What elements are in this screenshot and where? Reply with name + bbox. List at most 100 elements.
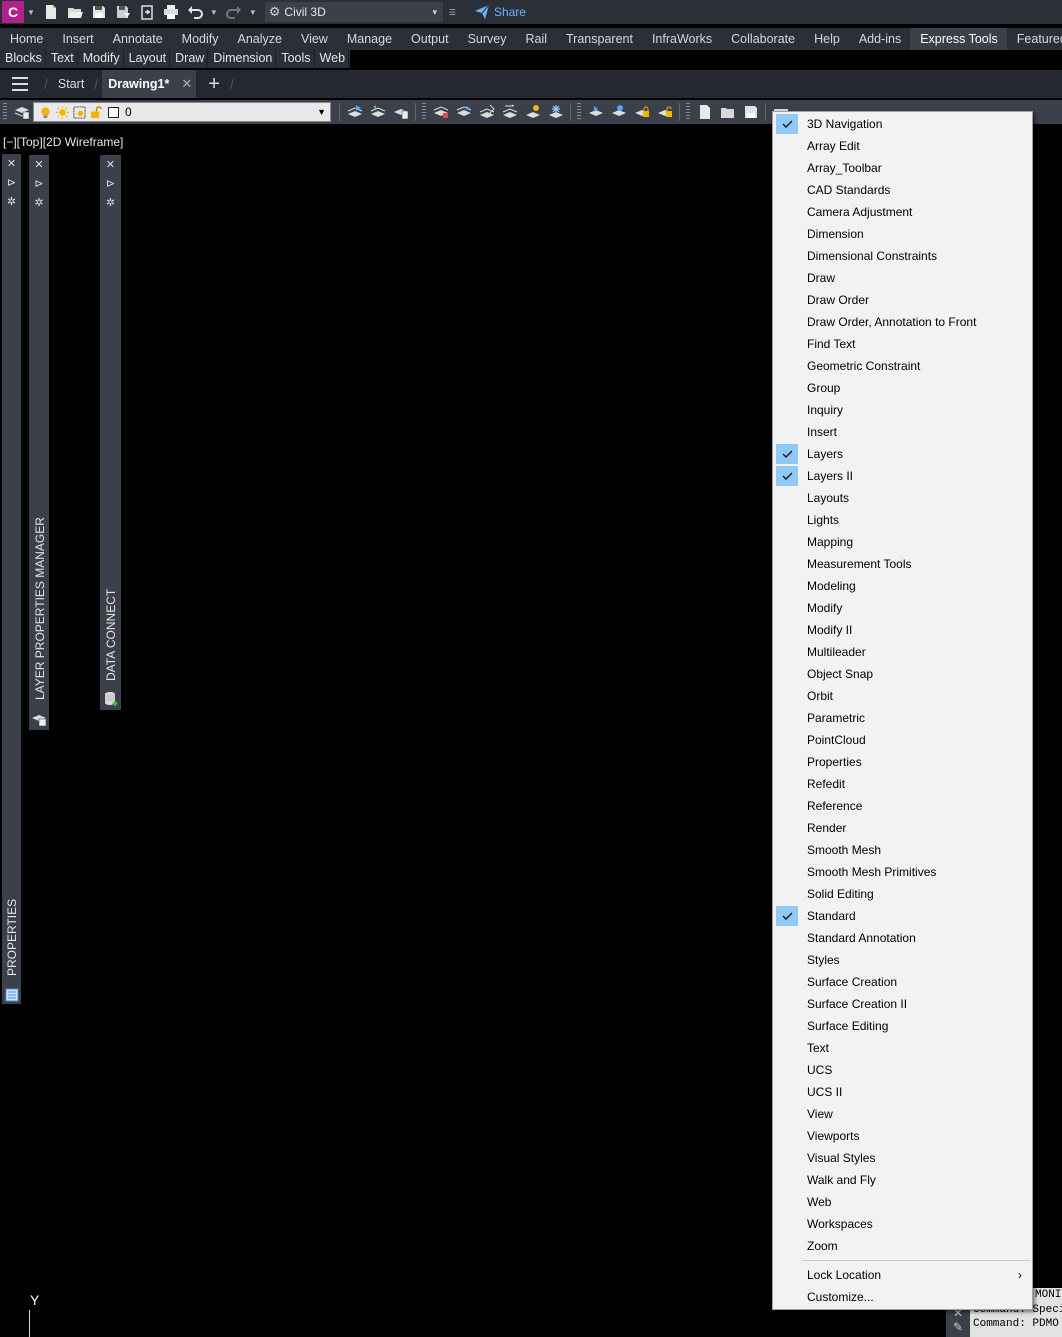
- toolbar-grip[interactable]: [422, 103, 426, 121]
- tab-infraworks[interactable]: InfraWorks: [642, 28, 721, 50]
- tab-collaborate[interactable]: Collaborate: [721, 28, 804, 50]
- tab-home[interactable]: Home: [0, 28, 52, 50]
- plot-icon[interactable]: [162, 3, 180, 21]
- tab-insert[interactable]: Insert: [52, 28, 102, 50]
- menu-item-mapping[interactable]: Mapping: [773, 531, 1032, 553]
- layer-off-icon[interactable]: [524, 103, 542, 121]
- menu-item-properties[interactable]: Properties: [773, 751, 1032, 773]
- menu-item-refedit[interactable]: Refedit: [773, 773, 1032, 795]
- new-drawing-icon[interactable]: [696, 103, 714, 121]
- layer-unlock-icon[interactable]: [656, 103, 674, 121]
- menu-tools[interactable]: Tools: [276, 49, 315, 68]
- tab-annotate[interactable]: Annotate: [103, 28, 172, 50]
- menu-item-zoom[interactable]: Zoom: [773, 1235, 1032, 1257]
- undo-icon[interactable]: [186, 3, 204, 21]
- menu-item-lights[interactable]: Lights: [773, 509, 1032, 531]
- workspace-selector[interactable]: ⚙ Civil 3D ▼: [264, 2, 443, 22]
- menu-item-modeling[interactable]: Modeling: [773, 575, 1032, 597]
- menu-item-modify[interactable]: Modify: [773, 597, 1032, 619]
- toolbar-grip[interactable]: [577, 103, 581, 121]
- menu-item-dimensional-constraints[interactable]: Dimensional Constraints: [773, 245, 1032, 267]
- menu-item-array-toolbar[interactable]: Array_Toolbar: [773, 157, 1032, 179]
- menu-item-cad-standards[interactable]: CAD Standards: [773, 179, 1032, 201]
- layer-turn-on-all-icon[interactable]: [587, 103, 605, 121]
- open-drawing-icon[interactable]: [719, 103, 737, 121]
- tab-analyze[interactable]: Analyze: [227, 28, 290, 50]
- menu-item-pointcloud[interactable]: PointCloud: [773, 729, 1032, 751]
- menu-modify[interactable]: Modify: [78, 49, 124, 68]
- menu-item-dimension[interactable]: Dimension: [773, 223, 1032, 245]
- close-icon[interactable]: ✕: [2, 157, 21, 171]
- layer-previous-icon[interactable]: [369, 103, 387, 121]
- layer-lock-icon[interactable]: [633, 103, 651, 121]
- menu-item-view[interactable]: View: [773, 1103, 1032, 1125]
- layer-properties-icon[interactable]: [13, 103, 31, 121]
- menu-dimension[interactable]: Dimension: [208, 49, 277, 68]
- autohide-icon[interactable]: ⊳: [2, 176, 21, 190]
- menu-item-draw-order[interactable]: Draw Order: [773, 289, 1032, 311]
- autohide-icon[interactable]: ⊳: [29, 177, 49, 191]
- menu-item-smooth-mesh-primitives[interactable]: Smooth Mesh Primitives: [773, 861, 1032, 883]
- menu-item-camera-adjustment[interactable]: Camera Adjustment: [773, 201, 1032, 223]
- menu-item-find-text[interactable]: Find Text: [773, 333, 1032, 355]
- undo-dropdown-icon[interactable]: ▼: [210, 8, 218, 17]
- redo-dropdown-icon[interactable]: ▼: [249, 8, 257, 17]
- hamburger-menu-icon[interactable]: [0, 70, 40, 98]
- layer-dropdown[interactable]: 0 ▼: [33, 102, 331, 122]
- tab-transparent[interactable]: Transparent: [556, 28, 642, 50]
- menu-item-styles[interactable]: Styles: [773, 949, 1032, 971]
- menu-item-text[interactable]: Text: [773, 1037, 1032, 1059]
- menu-item-customize[interactable]: Customize...: [773, 1286, 1032, 1308]
- toolbar-grip[interactable]: [3, 103, 7, 121]
- menu-item-multileader[interactable]: Multileader: [773, 641, 1032, 663]
- app-logo-button[interactable]: C: [2, 1, 24, 23]
- tab-rail[interactable]: Rail: [515, 28, 556, 50]
- layer-unisolate-icon[interactable]: [455, 103, 473, 121]
- new-file-icon[interactable]: [42, 3, 60, 21]
- tab-help[interactable]: Help: [804, 28, 849, 50]
- menu-item-web[interactable]: Web: [773, 1191, 1032, 1213]
- menu-item-draw[interactable]: Draw: [773, 267, 1032, 289]
- customize-qat-icon[interactable]: ☰: [449, 8, 456, 17]
- menu-item-array-edit[interactable]: Array Edit: [773, 135, 1032, 157]
- menu-item-inquiry[interactable]: Inquiry: [773, 399, 1032, 421]
- menu-draw[interactable]: Draw: [170, 49, 209, 68]
- menu-item-layers[interactable]: Layers: [773, 443, 1032, 465]
- command-line-handle[interactable]: ✕ ✎: [946, 1306, 970, 1337]
- menu-item-group[interactable]: Group: [773, 377, 1032, 399]
- layer-states-icon[interactable]: [392, 103, 410, 121]
- layer-change-icon[interactable]: [501, 103, 519, 121]
- menu-layout[interactable]: Layout: [124, 49, 171, 68]
- tab-add-ins[interactable]: Add-ins: [849, 28, 910, 50]
- open-web-mobile-icon[interactable]: [138, 3, 156, 21]
- menu-item-insert[interactable]: Insert: [773, 421, 1032, 443]
- palette-settings-icon[interactable]: ✲: [2, 195, 21, 209]
- tab-drawing1[interactable]: Drawing1* ✕: [102, 70, 197, 98]
- palette-settings-icon[interactable]: ✲: [100, 196, 121, 210]
- menu-item-parametric[interactable]: Parametric: [773, 707, 1032, 729]
- toolbar-grip[interactable]: [686, 103, 690, 121]
- menu-item-object-snap[interactable]: Object Snap: [773, 663, 1032, 685]
- menu-blocks[interactable]: Blocks: [0, 49, 46, 68]
- share-button[interactable]: Share: [474, 4, 526, 20]
- tab-survey[interactable]: Survey: [458, 28, 516, 50]
- menu-item-orbit[interactable]: Orbit: [773, 685, 1032, 707]
- menu-item-layouts[interactable]: Layouts: [773, 487, 1032, 509]
- tab-start[interactable]: Start: [52, 70, 90, 98]
- redo-icon[interactable]: [225, 3, 243, 21]
- menu-item-render[interactable]: Render: [773, 817, 1032, 839]
- tab-featured-ap[interactable]: Featured Ap: [1007, 28, 1062, 50]
- menu-item-modify-ii[interactable]: Modify II: [773, 619, 1032, 641]
- menu-item-viewports[interactable]: Viewports: [773, 1125, 1032, 1147]
- tab-manage[interactable]: Manage: [337, 28, 401, 50]
- menu-item-standard-annotation[interactable]: Standard Annotation: [773, 927, 1032, 949]
- close-icon[interactable]: ✕: [29, 158, 49, 172]
- layer-freeze-icon[interactable]: [547, 103, 565, 121]
- menu-text[interactable]: Text: [46, 49, 78, 68]
- open-folder-icon[interactable]: [66, 3, 84, 21]
- menu-item-reference[interactable]: Reference: [773, 795, 1032, 817]
- menu-item-smooth-mesh[interactable]: Smooth Mesh: [773, 839, 1032, 861]
- tab-express-tools[interactable]: Express Tools: [910, 28, 1007, 50]
- tab-view[interactable]: View: [291, 28, 337, 50]
- menu-item-surface-creation[interactable]: Surface Creation: [773, 971, 1032, 993]
